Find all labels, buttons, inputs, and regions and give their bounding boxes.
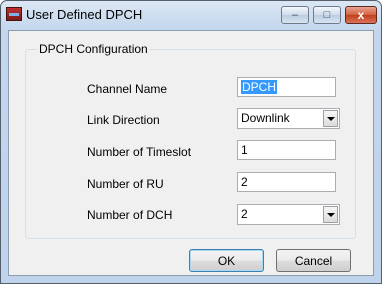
- number-of-dch-select[interactable]: 2: [237, 204, 340, 225]
- link-direction-select[interactable]: Downlink: [237, 108, 340, 129]
- title-bar[interactable]: User Defined DPCH – □ x: [1, 1, 381, 29]
- link-direction-dropdown-button[interactable]: [323, 110, 338, 127]
- minimize-icon: –: [291, 9, 299, 21]
- dpch-configuration-group: DPCH Configuration Channel Name DPCH Lin…: [25, 42, 356, 239]
- number-of-dch-dropdown-button[interactable]: [323, 206, 338, 223]
- window-title: User Defined DPCH: [26, 7, 143, 22]
- number-of-ru-value: 2: [241, 175, 248, 189]
- number-of-timeslot-label: Number of Timeslot: [87, 145, 192, 159]
- channel-name-value: DPCH: [241, 80, 278, 94]
- chevron-down-icon: [326, 212, 335, 217]
- cancel-button[interactable]: Cancel: [276, 249, 351, 272]
- close-icon: x: [357, 8, 365, 22]
- number-of-ru-label: Number of RU: [87, 177, 164, 191]
- ok-button[interactable]: OK: [189, 249, 264, 272]
- close-button[interactable]: x: [345, 6, 377, 24]
- number-of-timeslot-input[interactable]: 1: [237, 140, 336, 160]
- app-icon[interactable]: [6, 7, 22, 21]
- number-of-dch-value: 2: [241, 207, 248, 221]
- maximize-button[interactable]: □: [313, 6, 341, 24]
- number-of-ru-input[interactable]: 2: [237, 172, 336, 192]
- dialog-window: User Defined DPCH – □ x DPCH Configurati…: [0, 0, 382, 284]
- chevron-down-icon: [326, 116, 335, 121]
- channel-name-input[interactable]: DPCH: [237, 77, 336, 97]
- channel-name-label: Channel Name: [87, 82, 168, 96]
- link-direction-value: Downlink: [241, 111, 290, 125]
- maximize-icon: □: [323, 9, 331, 21]
- number-of-timeslot-value: 1: [241, 143, 248, 157]
- number-of-dch-label: Number of DCH: [87, 208, 173, 222]
- dialog-client-area: DPCH Configuration Channel Name DPCH Lin…: [8, 30, 374, 276]
- minimize-button[interactable]: –: [281, 6, 309, 24]
- group-title: DPCH Configuration: [37, 42, 150, 56]
- link-direction-label: Link Direction: [87, 113, 160, 127]
